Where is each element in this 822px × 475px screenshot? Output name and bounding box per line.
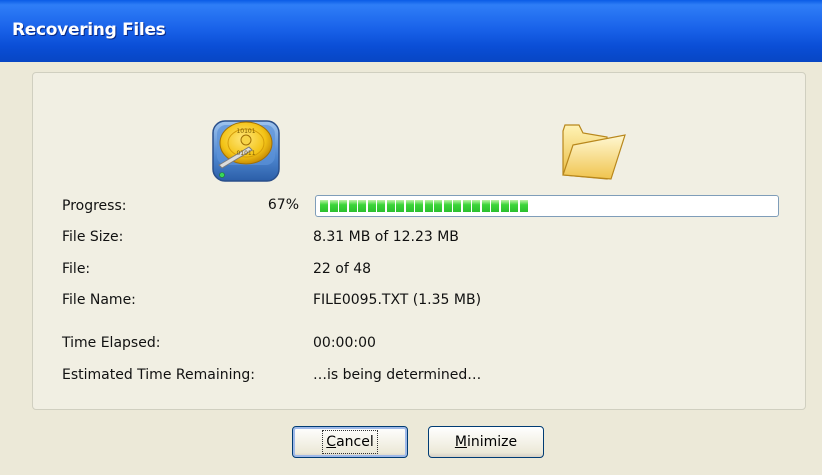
progress-block (358, 200, 366, 212)
file-size-label: File Size: (62, 229, 124, 245)
progress-block (377, 200, 385, 212)
progress-label: Progress: (62, 198, 127, 214)
progress-block (386, 200, 395, 212)
svg-text:01011: 01011 (236, 150, 255, 157)
window-title: Recovering Files (12, 20, 166, 40)
progress-block (329, 200, 338, 212)
progress-bar (315, 195, 779, 217)
progress-block (462, 200, 471, 212)
progress-block (320, 200, 328, 212)
progress-block (339, 200, 347, 212)
cancel-button[interactable]: Cancel (292, 426, 408, 458)
file-size-value: 8.31 MB of 12.23 MB (313, 229, 459, 245)
progress-block (481, 200, 490, 212)
time-remaining-value: …is being determined… (313, 367, 482, 383)
folder-icon (562, 124, 626, 180)
progress-block (519, 200, 528, 212)
minimize-button[interactable]: Minimize (428, 426, 544, 458)
progress-percent: 67% (267, 197, 299, 213)
progress-block (491, 200, 499, 212)
progress-block (443, 200, 452, 212)
file-count-label: File: (62, 261, 91, 277)
progress-block (367, 200, 376, 212)
progress-block (434, 200, 442, 212)
progress-block (415, 200, 423, 212)
progress-block (424, 200, 433, 212)
hard-drive-icon: 10101 01011 (212, 120, 280, 182)
time-elapsed-value: 00:00:00 (313, 335, 376, 351)
minimize-button-label: Minimize (454, 434, 518, 450)
dialog-body: 10101 01011 Progress: 67% File Size: 8.3… (0, 62, 822, 475)
progress-block (405, 200, 414, 212)
cancel-button-label: Cancel (322, 430, 378, 454)
progress-block (396, 200, 404, 212)
title-bar[interactable]: Recovering Files (0, 0, 822, 62)
progress-block (500, 200, 509, 212)
progress-block (510, 200, 518, 212)
progress-block (472, 200, 480, 212)
svg-text:10101: 10101 (236, 128, 255, 135)
recovering-files-dialog: Recovering Files 10101 01011 Progress: 6… (0, 0, 822, 475)
progress-block (453, 200, 461, 212)
file-name-label: File Name: (62, 292, 136, 308)
file-count-value: 22 of 48 (313, 261, 372, 277)
status-panel: 10101 01011 Progress: 67% File Size: 8.3… (32, 72, 806, 410)
time-remaining-label: Estimated Time Remaining: (62, 367, 255, 383)
progress-block (348, 200, 357, 212)
file-name-value: FILE0095.TXT (1.35 MB) (313, 292, 482, 308)
time-elapsed-label: Time Elapsed: (62, 335, 161, 351)
